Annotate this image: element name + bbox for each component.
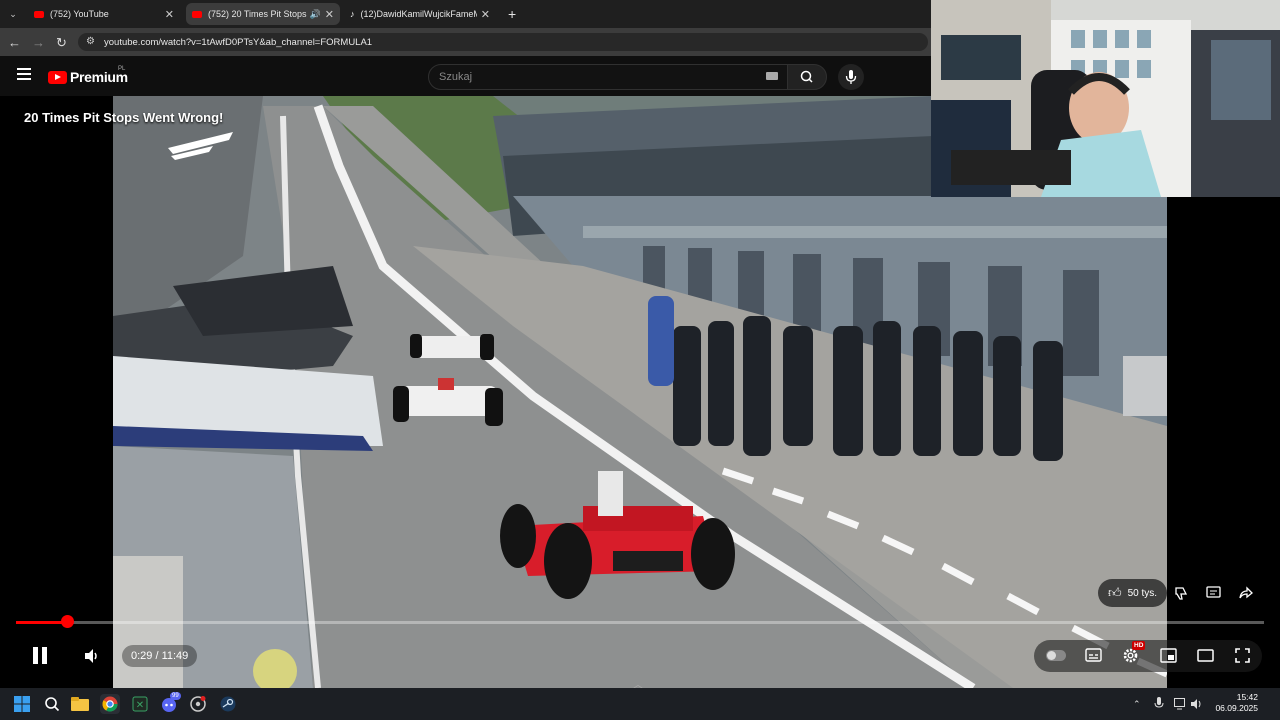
app-icon[interactable] xyxy=(188,694,208,714)
speaker-icon[interactable]: 🔊 xyxy=(310,9,321,20)
search-button[interactable] xyxy=(787,64,827,90)
voice-search-button[interactable] xyxy=(838,64,864,90)
tab-title: (752) 20 Times Pit Stops We xyxy=(208,9,308,19)
chrome-icon[interactable] xyxy=(100,694,120,714)
progress-scrubber[interactable] xyxy=(60,615,74,628)
car-white-far xyxy=(410,334,494,360)
site-info-icon[interactable]: ⚙ xyxy=(86,36,95,47)
miniplayer-icon xyxy=(1160,648,1177,663)
steam-icon[interactable] xyxy=(218,694,238,714)
theater-mode-button[interactable] xyxy=(1197,649,1214,667)
youtube-favicon-icon xyxy=(192,10,202,18)
windows-start-icon[interactable] xyxy=(12,694,32,714)
youtube-logo[interactable]: Premium xyxy=(48,69,128,85)
close-tab-icon[interactable]: ✕ xyxy=(325,8,334,21)
volume-button[interactable] xyxy=(83,648,99,669)
volume-tray-icon[interactable] xyxy=(1190,697,1203,715)
tiktok-favicon-icon: ♪ xyxy=(350,9,355,19)
tab-tiktok[interactable]: ♪ (12)DawidKamilWujcikFameMn ✕ xyxy=(344,3,496,25)
fullscreen-button[interactable] xyxy=(1235,648,1250,668)
search-input[interactable]: Szukaj xyxy=(428,64,788,90)
progress-bar[interactable] xyxy=(16,621,1264,624)
notification-badge: 99 xyxy=(170,692,181,700)
autoplay-toggle[interactable] xyxy=(1046,650,1066,661)
tab-video[interactable]: (752) 20 Times Pit Stops We 🔊 ✕ xyxy=(186,3,340,25)
miniplayer-button[interactable] xyxy=(1160,648,1177,668)
network-icon[interactable] xyxy=(1174,697,1187,715)
svg-text:✕: ✕ xyxy=(136,700,144,711)
subtitles-button[interactable] xyxy=(1085,648,1102,668)
volume-icon xyxy=(85,649,97,663)
tray-microphone-icon[interactable] xyxy=(1154,697,1164,715)
tab-title: (752) YouTube xyxy=(50,9,109,19)
thumbs-up-icon: 👍︎ xyxy=(1108,585,1122,600)
pause-button[interactable] xyxy=(32,647,48,665)
tray-chevron-up-icon[interactable]: ⌃ xyxy=(1133,699,1141,710)
webcam-overlay xyxy=(931,0,1280,197)
clock-time: 15:42 xyxy=(1236,692,1258,702)
forward-icon[interactable]: → xyxy=(32,35,45,50)
url-text: youtube.com/watch?v=1tAwfD0PTsY&ab_chann… xyxy=(104,36,373,48)
hd-badge: HD xyxy=(1132,641,1146,650)
search-placeholder: Szukaj xyxy=(439,71,473,83)
comments-icon[interactable] xyxy=(1206,586,1221,603)
close-tab-icon[interactable]: ✕ xyxy=(481,8,490,21)
pause-icon xyxy=(33,647,38,664)
progress-played xyxy=(16,621,67,624)
webcam-feed xyxy=(931,0,1280,197)
like-count: 50 tys. xyxy=(1127,587,1158,599)
close-tab-icon[interactable]: ✕ xyxy=(165,8,174,21)
menu-icon[interactable] xyxy=(17,68,31,80)
thumbs-down-icon[interactable] xyxy=(1174,586,1188,603)
logo-region: PL xyxy=(118,66,126,72)
search-icon[interactable] xyxy=(42,694,62,714)
time-display: 0:29 / 11:49 xyxy=(122,645,198,667)
search-icon xyxy=(800,70,813,83)
subtitles-icon xyxy=(1085,648,1102,662)
settings-button[interactable] xyxy=(1122,647,1139,669)
fullscreen-icon xyxy=(1235,648,1250,663)
url-bar[interactable]: youtube.com/watch?v=1tAwfD0PTsY&ab_chann… xyxy=(78,33,928,51)
keyboard-icon[interactable] xyxy=(766,72,778,80)
video-title[interactable]: 20 Times Pit Stops Went Wrong! xyxy=(24,110,223,125)
file-explorer-icon[interactable] xyxy=(70,694,90,714)
tab-youtube[interactable]: (752) YouTube ✕ xyxy=(28,3,180,25)
tab-title: (12)DawidKamilWujcikFameMn xyxy=(360,9,477,19)
like-button[interactable]: 👍︎ 50 tys. xyxy=(1098,579,1168,607)
microphone-icon xyxy=(845,70,857,84)
back-icon[interactable]: ← xyxy=(8,35,21,50)
youtube-favicon-icon xyxy=(34,10,44,18)
right-controls xyxy=(1034,640,1262,672)
youtube-play-icon xyxy=(48,70,67,84)
clock-date: 06.09.2025 xyxy=(1215,703,1258,713)
reload-icon[interactable]: ↻ xyxy=(56,35,67,51)
excel-icon[interactable]: ✕ xyxy=(130,694,150,714)
time-text: 0:29 / 11:49 xyxy=(131,650,189,662)
new-tab-button[interactable]: + xyxy=(502,3,522,25)
tab-search-chevron-icon[interactable]: ⌄ xyxy=(4,3,22,25)
share-icon[interactable] xyxy=(1238,586,1253,603)
system-clock[interactable]: 15:42 06.09.2025 xyxy=(1206,692,1258,714)
theater-icon xyxy=(1197,649,1214,662)
